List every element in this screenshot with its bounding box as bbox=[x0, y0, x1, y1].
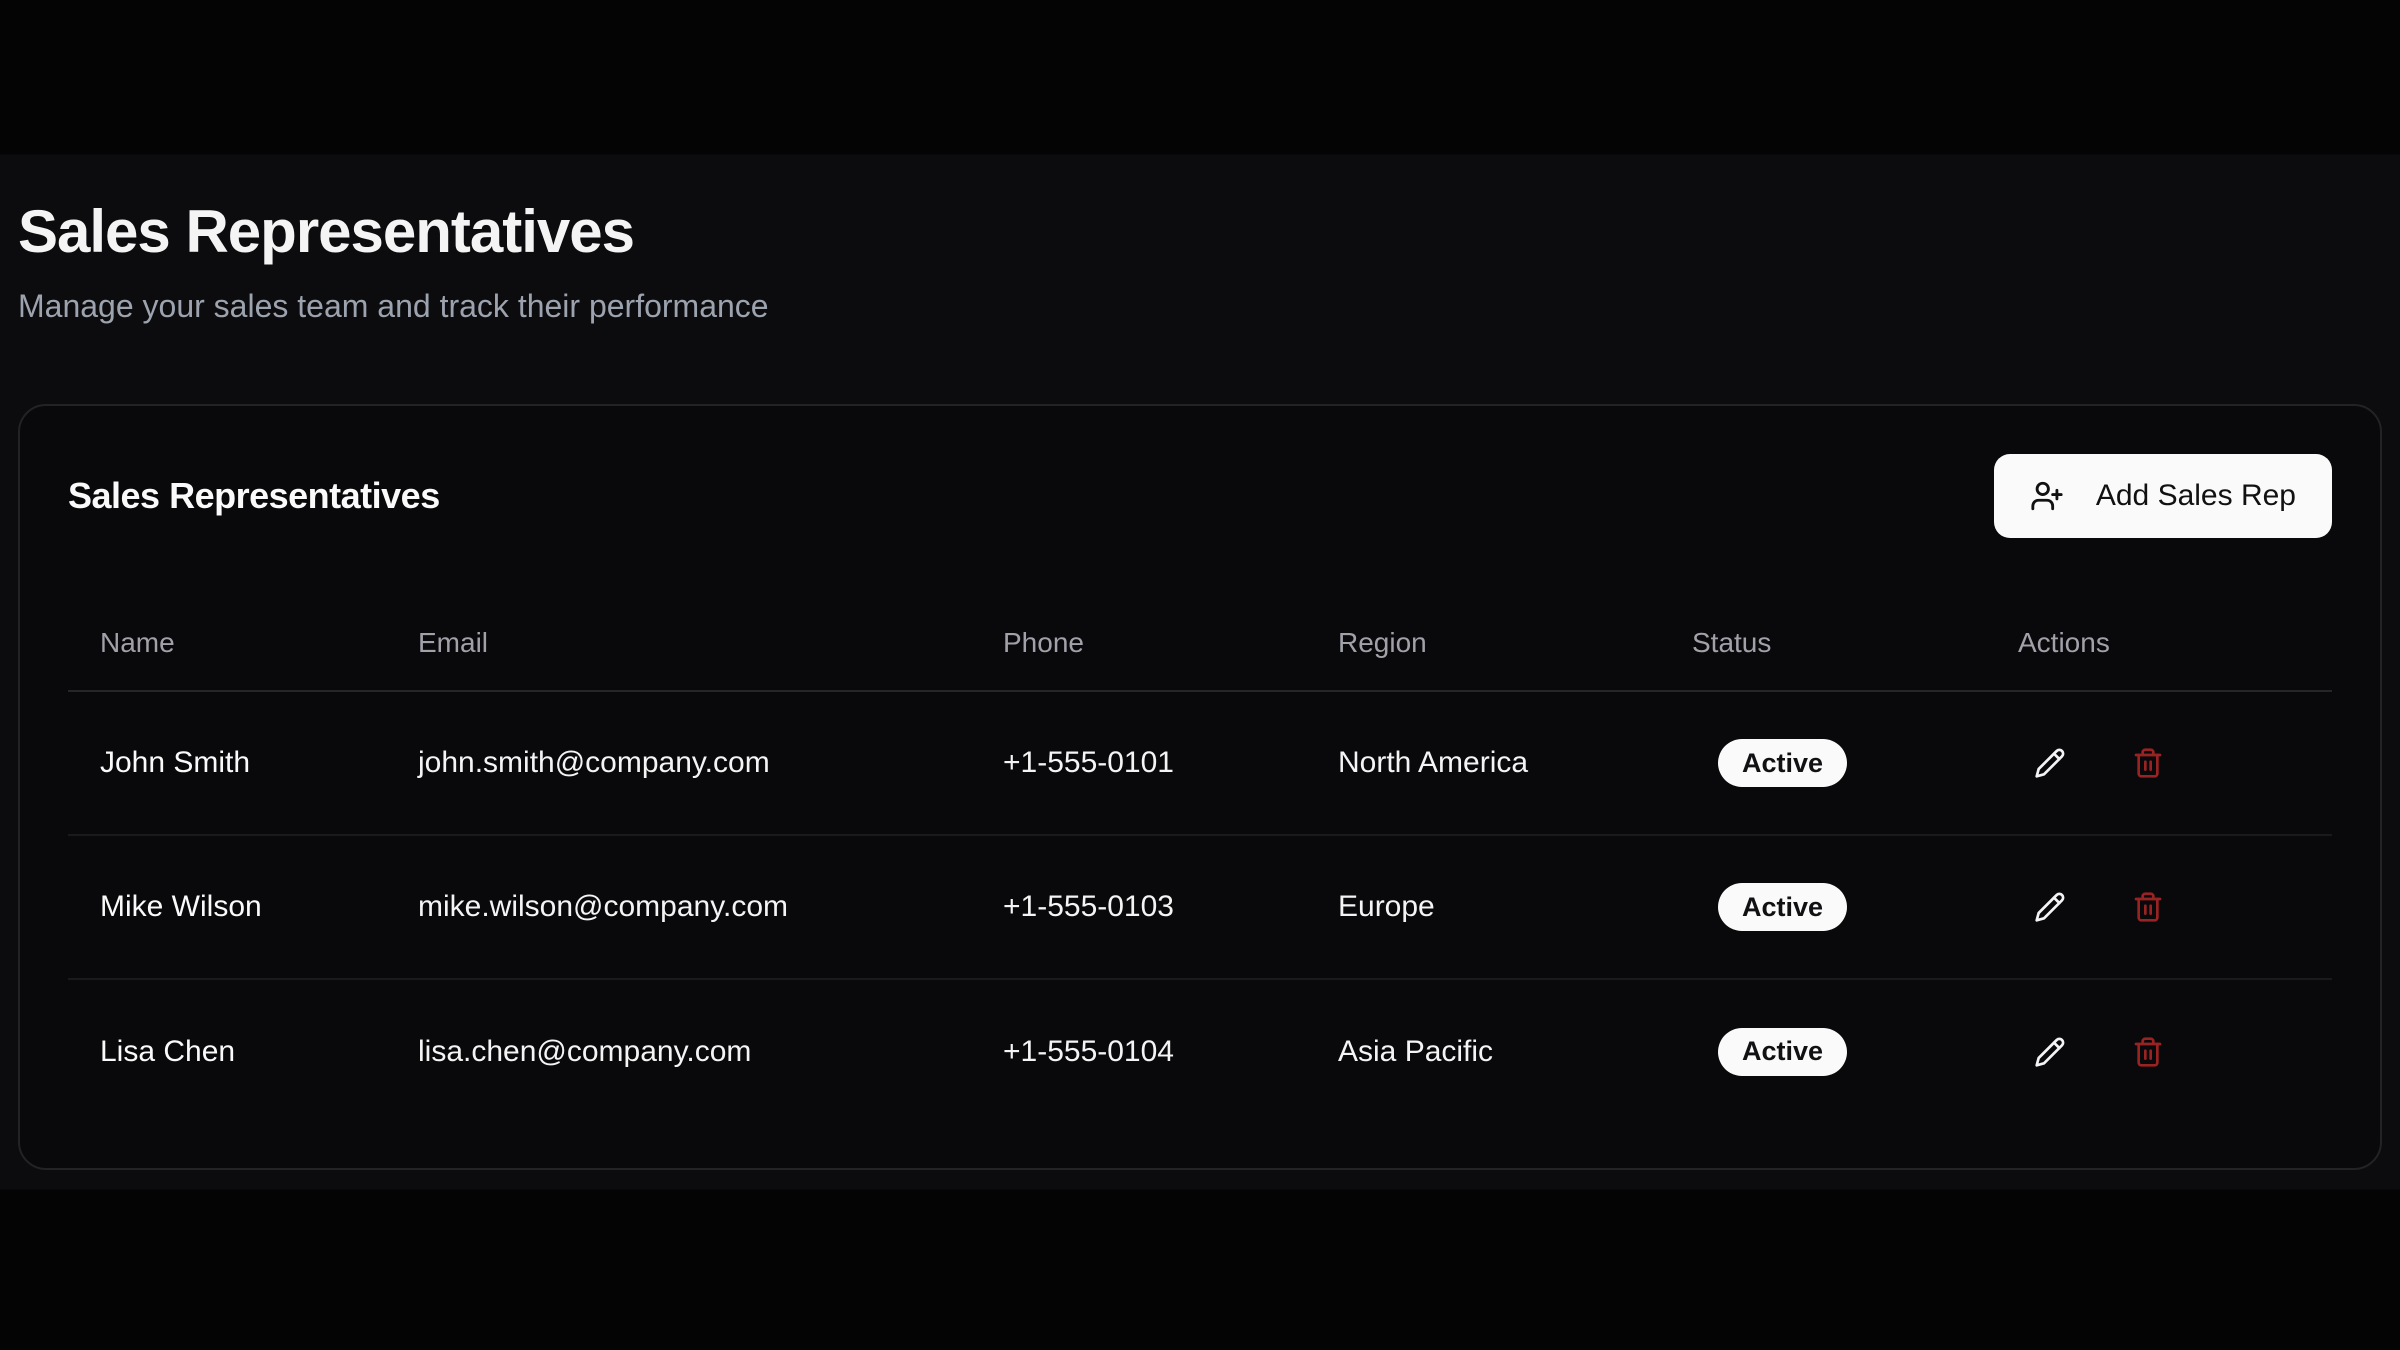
cell-region: Europe bbox=[1306, 835, 1660, 979]
status-badge: Active bbox=[1718, 883, 1847, 931]
cell-status: Active bbox=[1660, 979, 1986, 1123]
add-sales-rep-button[interactable]: Add Sales Rep bbox=[1994, 454, 2332, 538]
pencil-icon bbox=[2034, 747, 2066, 779]
status-badge: Active bbox=[1718, 1028, 1847, 1076]
cell-email: john.smith@company.com bbox=[386, 691, 971, 835]
trash-icon bbox=[2132, 891, 2164, 923]
column-header-email: Email bbox=[386, 595, 971, 691]
cell-actions bbox=[1986, 979, 2332, 1123]
cell-email: lisa.chen@company.com bbox=[386, 979, 971, 1123]
column-header-region: Region bbox=[1306, 595, 1660, 691]
edit-button[interactable] bbox=[2018, 731, 2082, 795]
delete-button[interactable] bbox=[2116, 731, 2180, 795]
cell-status: Active bbox=[1660, 835, 1986, 979]
card-title: Sales Representatives bbox=[68, 475, 440, 517]
cell-name: John Smith bbox=[68, 691, 386, 835]
cell-name: Lisa Chen bbox=[68, 979, 386, 1123]
cell-phone: +1-555-0103 bbox=[971, 835, 1306, 979]
column-header-phone: Phone bbox=[971, 595, 1306, 691]
status-badge: Active bbox=[1718, 739, 1847, 787]
trash-icon bbox=[2132, 1036, 2164, 1068]
cell-email: mike.wilson@company.com bbox=[386, 835, 971, 979]
cell-actions bbox=[1986, 835, 2332, 979]
cell-status: Active bbox=[1660, 691, 1986, 835]
pencil-icon bbox=[2034, 891, 2066, 923]
add-sales-rep-label: Add Sales Rep bbox=[2096, 479, 2296, 513]
delete-button[interactable] bbox=[2116, 1020, 2180, 1084]
edit-button[interactable] bbox=[2018, 875, 2082, 939]
table-row: Mike Wilson mike.wilson@company.com +1-5… bbox=[68, 835, 2332, 979]
pencil-icon bbox=[2034, 1036, 2066, 1068]
cell-region: Asia Pacific bbox=[1306, 979, 1660, 1123]
sales-reps-table: Name Email Phone Region Status Actions J… bbox=[68, 595, 2332, 1123]
cell-phone: +1-555-0101 bbox=[971, 691, 1306, 835]
page-title: Sales Representatives bbox=[18, 0, 2382, 268]
page: Sales Representatives Manage your sales … bbox=[0, 0, 2400, 1170]
cell-region: North America bbox=[1306, 691, 1660, 835]
page-subtitle: Manage your sales team and track their p… bbox=[18, 286, 2382, 326]
column-header-actions: Actions bbox=[1986, 595, 2332, 691]
edit-button[interactable] bbox=[2018, 1020, 2082, 1084]
cell-actions bbox=[1986, 691, 2332, 835]
user-plus-icon bbox=[2030, 479, 2064, 513]
sales-reps-card: Sales Representatives Add Sales Rep bbox=[18, 404, 2382, 1170]
column-header-status: Status bbox=[1660, 595, 1986, 691]
column-header-name: Name bbox=[68, 595, 386, 691]
cell-phone: +1-555-0104 bbox=[971, 979, 1306, 1123]
table-row: Lisa Chen lisa.chen@company.com +1-555-0… bbox=[68, 979, 2332, 1123]
delete-button[interactable] bbox=[2116, 875, 2180, 939]
table-header-row: Name Email Phone Region Status Actions bbox=[68, 595, 2332, 691]
trash-icon bbox=[2132, 747, 2164, 779]
table-row: John Smith john.smith@company.com +1-555… bbox=[68, 691, 2332, 835]
card-header: Sales Representatives Add Sales Rep bbox=[68, 454, 2332, 538]
cell-name: Mike Wilson bbox=[68, 835, 386, 979]
